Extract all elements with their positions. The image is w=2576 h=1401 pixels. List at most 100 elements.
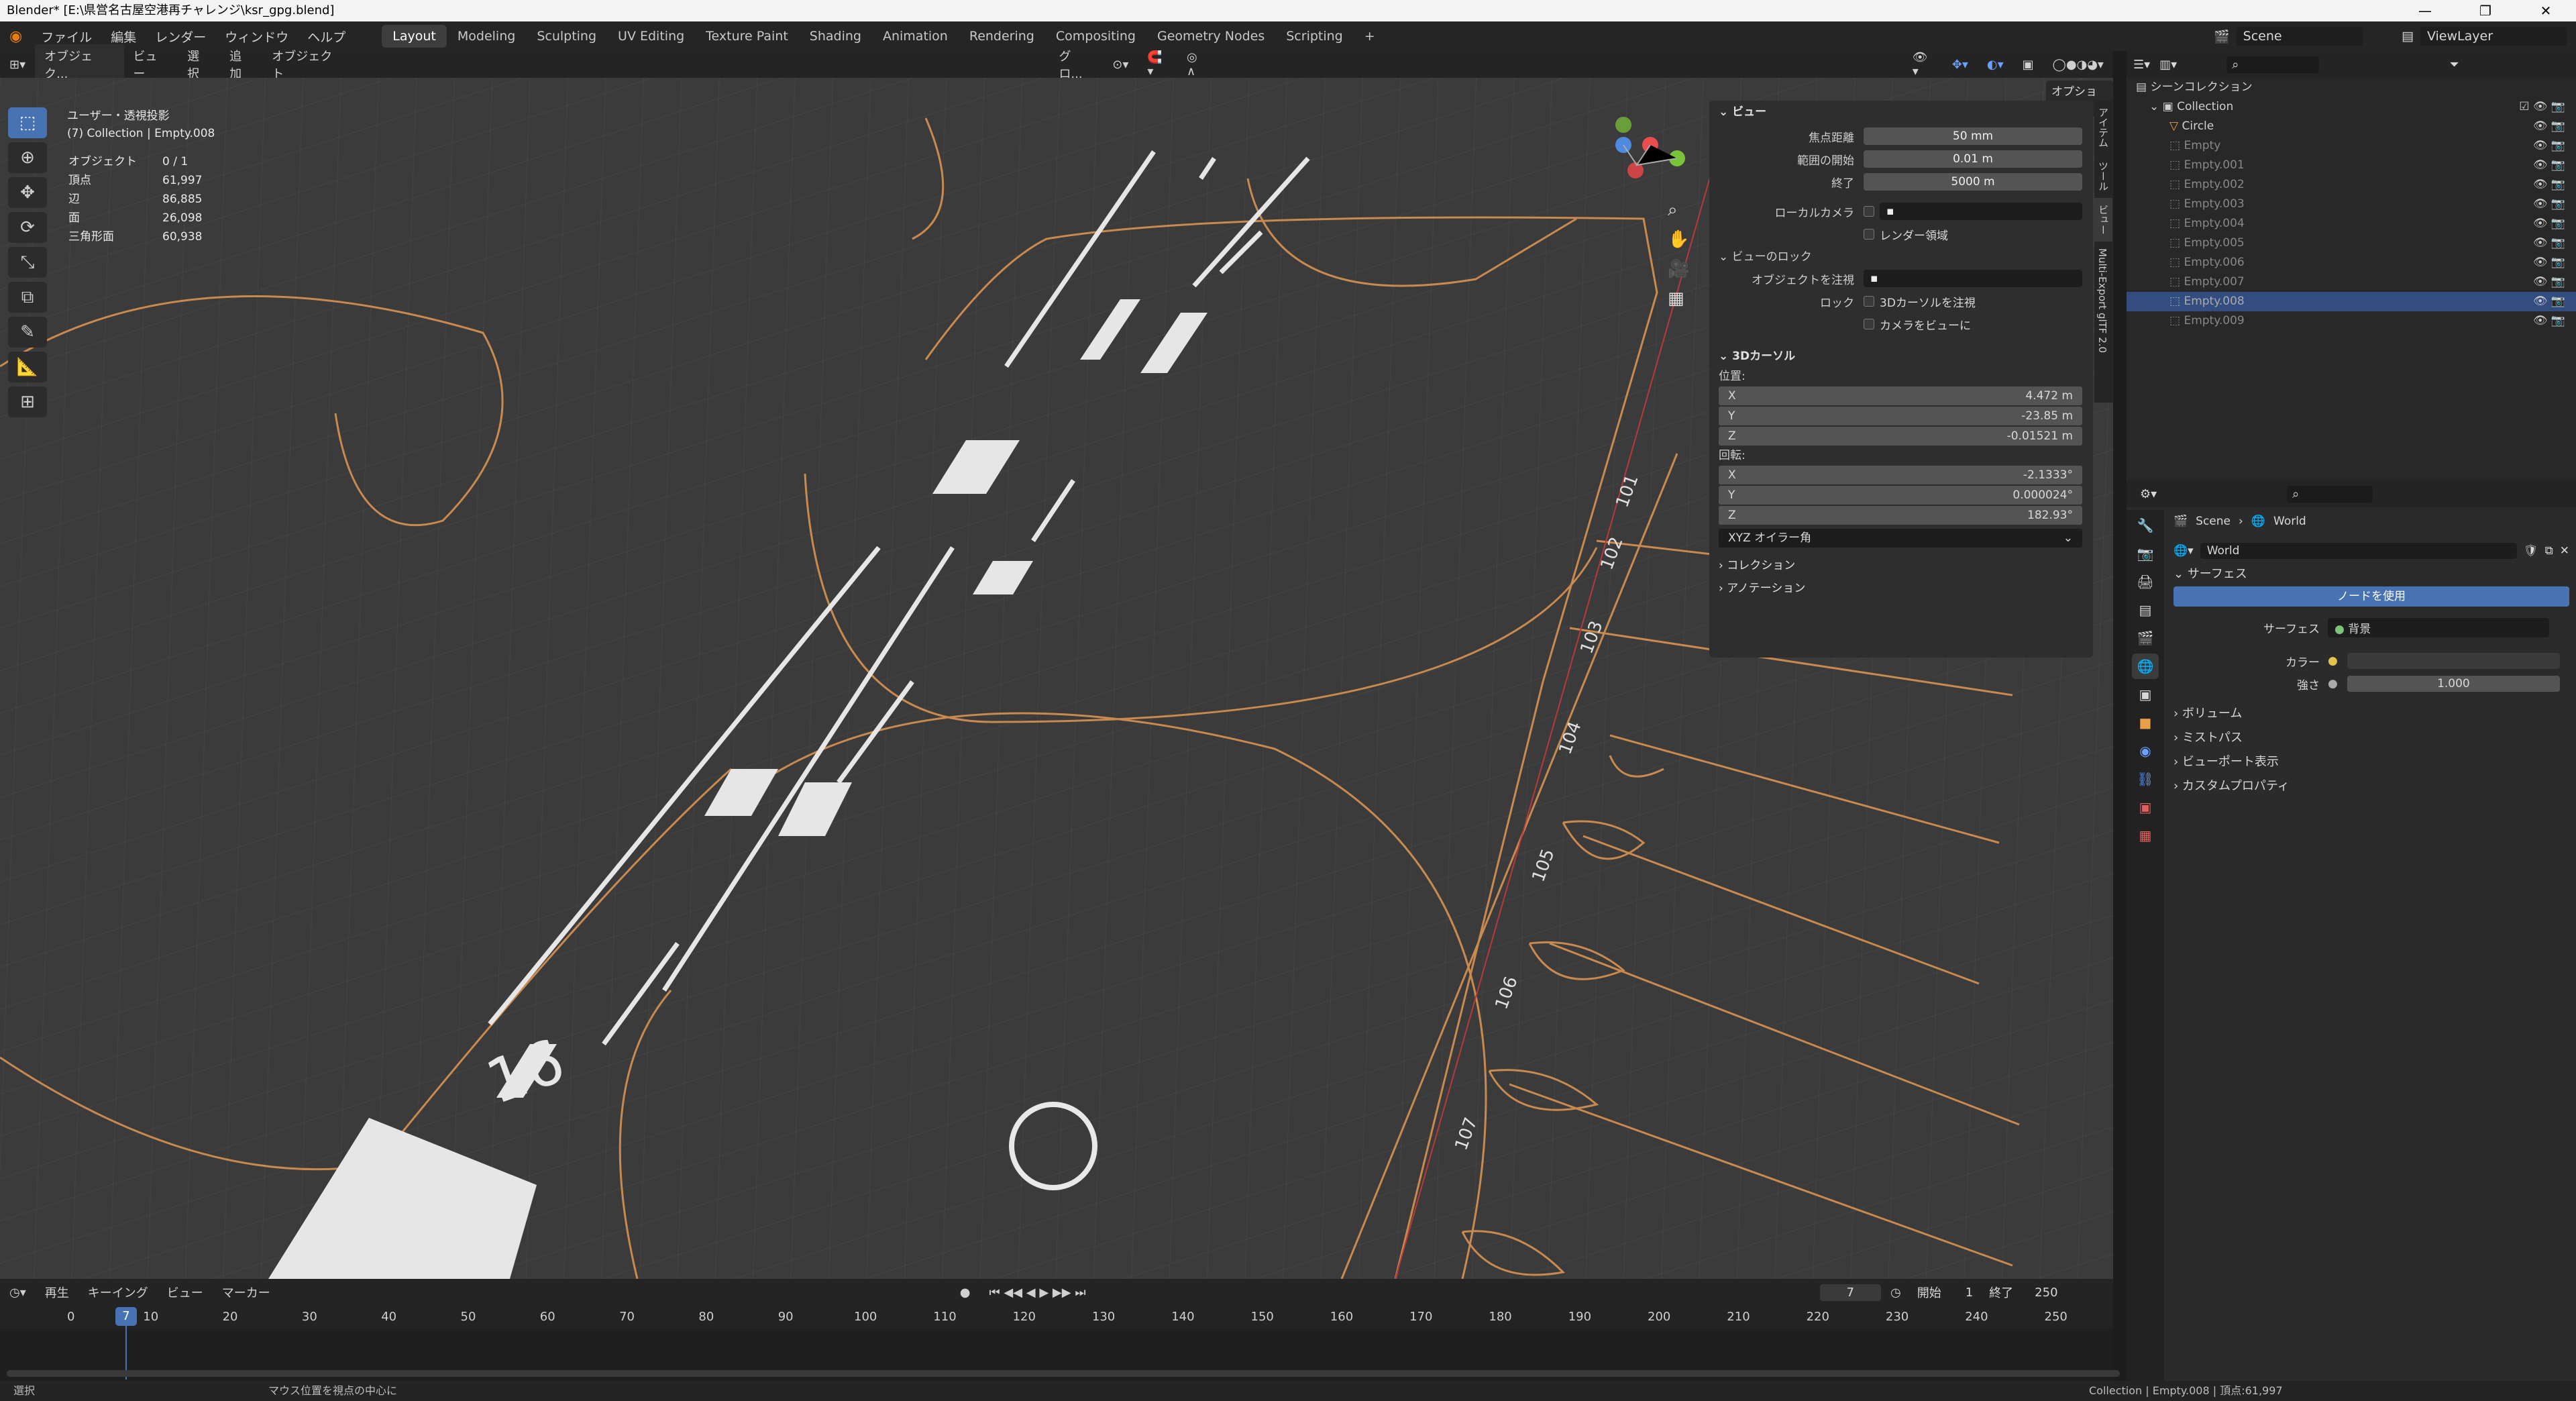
filter-icon[interactable]: ⏷ [2449, 58, 2459, 72]
tab-uv-editing[interactable]: UV Editing [607, 25, 695, 48]
close-button[interactable]: ✕ [2516, 0, 2576, 21]
constraints-tab-icon[interactable]: ⛓ [2132, 766, 2159, 792]
viewport-display-section-header[interactable]: › ビューポート表示 [2174, 750, 2569, 774]
menu-edit[interactable]: 編集 [101, 28, 146, 46]
shading-mode-icons[interactable]: ◯●◑◕▾ [2043, 55, 2113, 74]
scene-selector[interactable]: Scene [2236, 27, 2363, 46]
playback-controls[interactable]: ⏮ ◀◀ ◀ ▶ ▶▶ ⏭ [979, 1283, 1095, 1302]
tab-layout[interactable]: Layout [382, 25, 447, 48]
collection-section-header[interactable]: › コレクション [1709, 554, 2093, 577]
fake-user-icon[interactable]: 🛡 [2524, 544, 2538, 558]
snap-icon[interactable]: 🧲▾ [1138, 48, 1177, 81]
surface-section-header[interactable]: ⌄ サーフェス [2174, 562, 2569, 586]
measure-icon[interactable]: 📐 [8, 352, 47, 382]
scene-tab-icon[interactable]: 🎬 [2132, 625, 2159, 651]
duplicate-world-icon[interactable]: ⧉ [2545, 544, 2553, 558]
playhead[interactable]: 7 [115, 1307, 137, 1326]
cursor-loc-y[interactable]: Y -23.85 m [1719, 407, 2082, 425]
outliner-item-circle[interactable]: ▽ Circle 👁 📷 [2127, 117, 2576, 136]
timeline-view-menu[interactable]: ビュー [158, 1281, 213, 1304]
cursor-rot-y[interactable]: Y 0.000024° [1719, 486, 2082, 505]
strength-field[interactable]: 1.000 [2347, 676, 2560, 692]
color-field[interactable] [2347, 653, 2560, 669]
tab-sculpting[interactable]: Sculpting [526, 25, 607, 48]
timeline-scrollbar[interactable] [7, 1370, 2120, 1377]
custom-properties-section-header[interactable]: › カスタムプロパティ [2174, 774, 2569, 798]
object-tab-icon[interactable]: ■ [2132, 710, 2159, 735]
outliner-item-empty-007[interactable]: ⬚ Empty.007 👁 📷 [2127, 272, 2576, 292]
view-lock-header[interactable]: ⌄ ビューのロック [1709, 248, 2093, 266]
pivot-icon[interactable]: ⊙▾ [1103, 55, 1138, 74]
properties-search-icon[interactable]: ⌕ [2287, 485, 2373, 503]
output-tab-icon[interactable]: 🖨 [2132, 569, 2159, 594]
outliner-item-empty-004[interactable]: ⬚ Empty.004 👁 📷 [2127, 214, 2576, 234]
tab-rendering[interactable]: Rendering [959, 25, 1045, 48]
transform-icon[interactable]: ⧉ [8, 282, 47, 313]
tab-texture-paint[interactable]: Texture Paint [695, 25, 799, 48]
world-name-field[interactable]: World [2200, 543, 2518, 559]
cursor-icon[interactable]: ⊕ [8, 142, 47, 173]
mist-pass-section-header[interactable]: › ミストパス [2174, 726, 2569, 750]
view-section-header[interactable]: ⌄ ビュー [1709, 101, 2093, 123]
lock-cursor-checkbox[interactable] [1864, 296, 1874, 307]
maximize-button[interactable]: ❐ [2455, 0, 2516, 21]
3d-cursor-section-header[interactable]: ⌄ 3Dカーソル [1709, 345, 2093, 368]
lock-object-field[interactable]: ▪ [1864, 270, 2082, 287]
cursor-rot-z[interactable]: Z 182.93° [1719, 506, 2082, 525]
tab-item[interactable]: アイテム [2094, 101, 2112, 154]
local-camera-checkbox[interactable] [1864, 206, 1874, 217]
outliner-item-empty-001[interactable]: ⬚ Empty.001 👁 📷 [2127, 156, 2576, 175]
use-nodes-button[interactable]: ノードを使用 [2174, 586, 2569, 607]
tab-modeling[interactable]: Modeling [447, 25, 526, 48]
properties-editor-icon[interactable]: ⚙▾ [2140, 487, 2157, 501]
playback-menu[interactable]: 再生 [36, 1281, 78, 1304]
outliner-item-empty-003[interactable]: ⬚ Empty.003 👁 📷 [2127, 195, 2576, 214]
select-box-icon[interactable]: ⬚ [8, 107, 47, 138]
volume-section-header[interactable]: › ボリューム [2174, 702, 2569, 726]
display-mode-icon[interactable]: ▥▾ [2159, 58, 2177, 72]
menu-render[interactable]: レンダー [146, 28, 215, 46]
annotate-icon[interactable]: ✎ [8, 317, 47, 348]
keying-menu[interactable]: キーイング [78, 1281, 158, 1304]
menu-window[interactable]: ウィンドウ [215, 28, 298, 46]
scale-icon[interactable]: ⤡ [8, 247, 47, 278]
outliner-item-empty-005[interactable]: ⬚ Empty.005 👁 📷 [2127, 234, 2576, 253]
end-field[interactable]: 250 [2027, 1286, 2065, 1300]
outliner-item-empty-008[interactable]: ⬚ Empty.008 👁 📷 [2127, 292, 2576, 311]
overlay-icon[interactable]: ◐▾ [1978, 55, 2013, 74]
view-layer-tab-icon[interactable]: ▤ [2132, 597, 2159, 623]
tab-tool[interactable]: ツール [2094, 154, 2112, 198]
surface-shader-field[interactable]: ● 背景 [2328, 617, 2549, 637]
tab-geometry-nodes[interactable]: Geometry Nodes [1146, 25, 1275, 48]
record-icon[interactable]: ● [951, 1283, 980, 1302]
outliner-item-empty-009[interactable]: ⬚ Empty.009 👁 📷 [2127, 311, 2576, 331]
start-field[interactable]: 1 [1957, 1286, 1981, 1300]
rotate-icon[interactable]: ⟳ [8, 212, 47, 243]
current-frame-field[interactable]: 7 [1819, 1284, 1881, 1301]
outliner-item-empty-002[interactable]: ⬚ Empty.002 👁 📷 [2127, 175, 2576, 195]
focal-length-field[interactable]: 50 mm [1864, 127, 2082, 145]
scene-collection-row[interactable]: ▤ シーンコレクション [2127, 78, 2576, 97]
cursor-loc-x[interactable]: X 4.472 m [1719, 386, 2082, 405]
add-cube-icon[interactable]: ⊞ [8, 386, 47, 417]
collection-tab-icon[interactable]: ▣ [2132, 682, 2159, 707]
outliner-search-icon[interactable]: ⌕ [2226, 56, 2320, 73]
tab-view[interactable]: ビュー [2094, 198, 2112, 242]
collection-row[interactable]: ⌄ ▣ Collection ☑ 👁 📷 [2127, 97, 2576, 117]
menu-file[interactable]: ファイル [32, 28, 101, 46]
rotation-mode-dropdown[interactable]: XYZ オイラー角 ⌄ [1719, 529, 2082, 548]
world-tab-icon[interactable]: 🌐 [2132, 654, 2159, 679]
render-region-checkbox[interactable] [1864, 229, 1874, 240]
tab-animation[interactable]: Animation [872, 25, 959, 48]
texture-tab-icon[interactable]: ▦ [2132, 823, 2159, 848]
move-icon[interactable]: ✥ [8, 177, 47, 208]
cursor-rot-x[interactable]: X -2.1333° [1719, 466, 2082, 484]
ortho-grid-icon[interactable]: ▦ [1668, 284, 1689, 313]
camera-view-icon[interactable]: 🎥 [1668, 254, 1689, 284]
clip-start-field[interactable]: 0.01 m [1864, 150, 2082, 168]
data-tab-icon[interactable]: ▣ [2132, 794, 2159, 820]
physics-tab-icon[interactable]: ◉ [2132, 738, 2159, 764]
tab-multi-export[interactable]: Multi-Export glTF 2.0 [2094, 242, 2110, 360]
local-camera-field[interactable]: ▪ [1880, 203, 2082, 220]
pan-hand-icon[interactable]: ✋ [1668, 225, 1689, 254]
